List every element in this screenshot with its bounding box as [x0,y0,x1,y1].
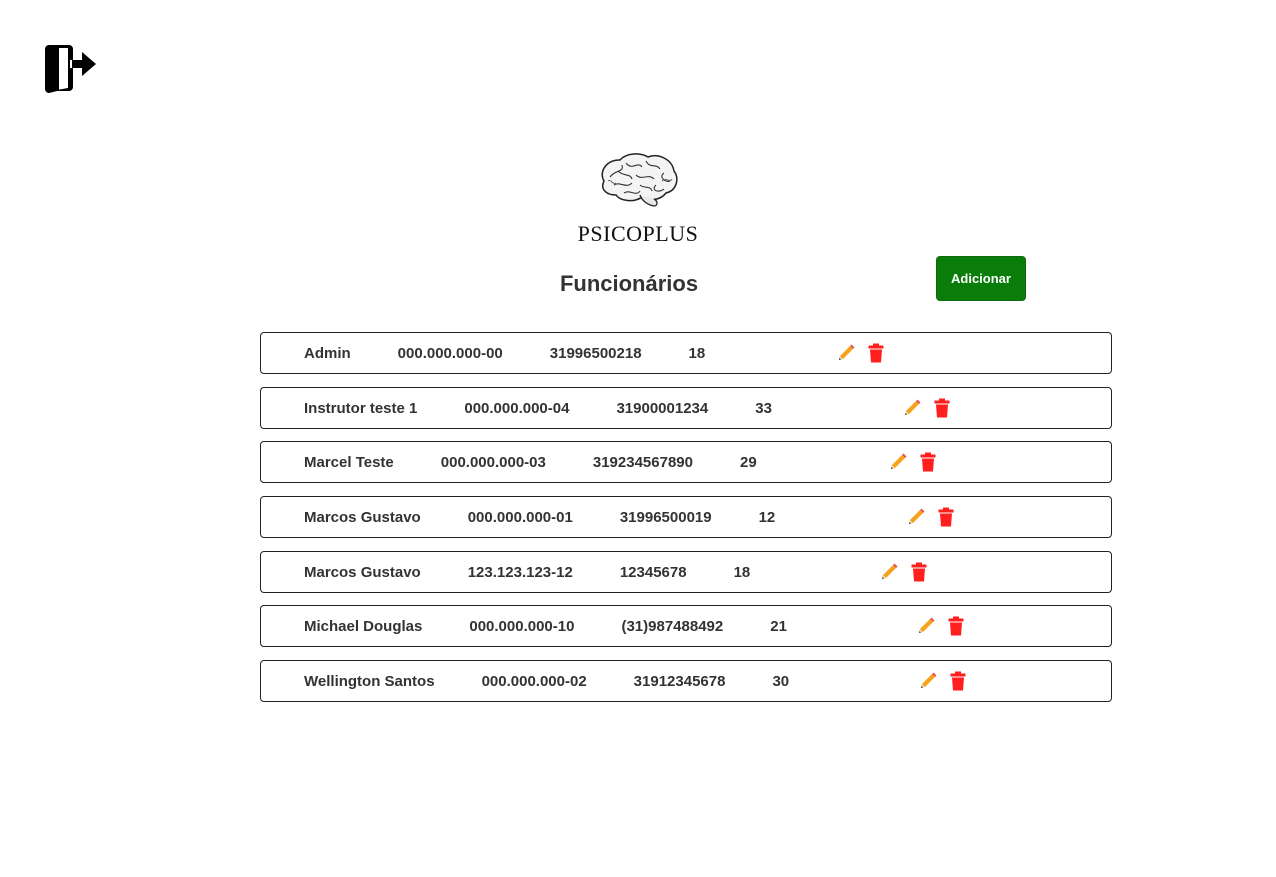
brain-icon [596,151,680,209]
employee-value: 30 [772,672,790,690]
trash-icon [911,562,927,582]
edit-button[interactable] [917,670,939,692]
employee-value: 18 [733,563,751,581]
list-item: Marcos Gustavo 123.123.123-12 12345678 1… [260,551,1112,593]
employee-phone: 12345678 [619,563,687,581]
trash-icon [948,616,964,636]
pencil-icon [918,617,935,633]
employee-cpf: 000.000.000-04 [464,399,570,417]
edit-button[interactable] [915,615,937,637]
employee-cpf: 123.123.123-12 [467,563,573,581]
delete-button[interactable] [908,561,930,583]
delete-button[interactable] [917,451,939,473]
delete-button[interactable] [935,506,957,528]
delete-button[interactable] [945,615,967,637]
page: PSICOPLUS Funcionários Adicionar Admin 0… [0,0,1276,877]
pencil-icon [882,563,898,579]
list-item: Instrutor teste 1 000.000.000-04 3190000… [260,387,1112,429]
page-title: Funcionários [559,271,699,296]
add-employee-button[interactable]: Adicionar [936,256,1026,301]
trash-icon [938,507,954,527]
edit-button[interactable] [905,506,927,528]
employee-name: Marcos Gustavo [304,563,421,581]
employee-name: Admin [304,344,351,362]
logout-button[interactable] [44,42,98,94]
edit-button[interactable] [878,561,900,583]
trash-icon [934,398,950,418]
employee-cpf: 000.000.000-02 [481,672,587,690]
edit-button[interactable] [901,397,923,419]
employee-phone: 31996500218 [549,344,642,362]
edit-button[interactable] [887,451,909,473]
employee-name: Wellington Santos [304,672,435,690]
employee-value: 29 [739,453,757,471]
employee-phone: 31900001234 [616,399,709,417]
delete-button[interactable] [931,397,953,419]
employee-cpf: 000.000.000-01 [467,508,573,526]
brand-logo [596,151,680,209]
list-item: Marcel Teste 000.000.000-03 319234567890… [260,441,1112,483]
employee-name: Instrutor teste 1 [304,399,418,417]
trash-icon [920,452,936,472]
pencil-icon [839,344,855,360]
employee-cpf: 000.000.000-10 [469,617,575,635]
employee-name: Marcel Teste [304,453,394,471]
employee-value: 18 [688,344,706,362]
pencil-icon [890,453,907,469]
employee-phone: 319234567890 [592,453,693,471]
employee-cpf: 000.000.000-03 [440,453,546,471]
employee-value: 12 [758,508,776,526]
pencil-icon [909,508,925,524]
brand-name: PSICOPLUS [577,221,699,246]
employee-value: 33 [755,399,772,417]
delete-button[interactable] [865,342,887,364]
list-item: Michael Douglas 000.000.000-10 (31)98748… [260,605,1112,647]
employee-phone: (31)987488492 [621,617,724,635]
list-item: Marcos Gustavo 000.000.000-01 3199650001… [260,496,1112,538]
employee-phone: 31912345678 [633,672,726,690]
trash-icon [868,343,884,363]
logout-icon [44,42,98,94]
edit-button[interactable] [835,342,857,364]
list-item: Admin 000.000.000-00 31996500218 18 [260,332,1112,374]
trash-icon [950,671,966,691]
delete-button[interactable] [947,670,969,692]
pencil-icon [921,672,937,688]
pencil-icon [904,399,921,415]
employee-name: Marcos Gustavo [304,508,421,526]
employee-value: 21 [770,617,787,635]
list-item: Wellington Santos 000.000.000-02 3191234… [260,660,1112,702]
employee-cpf: 000.000.000-00 [397,344,503,362]
employee-phone: 31996500019 [619,508,712,526]
employee-name: Michael Douglas [304,617,423,635]
